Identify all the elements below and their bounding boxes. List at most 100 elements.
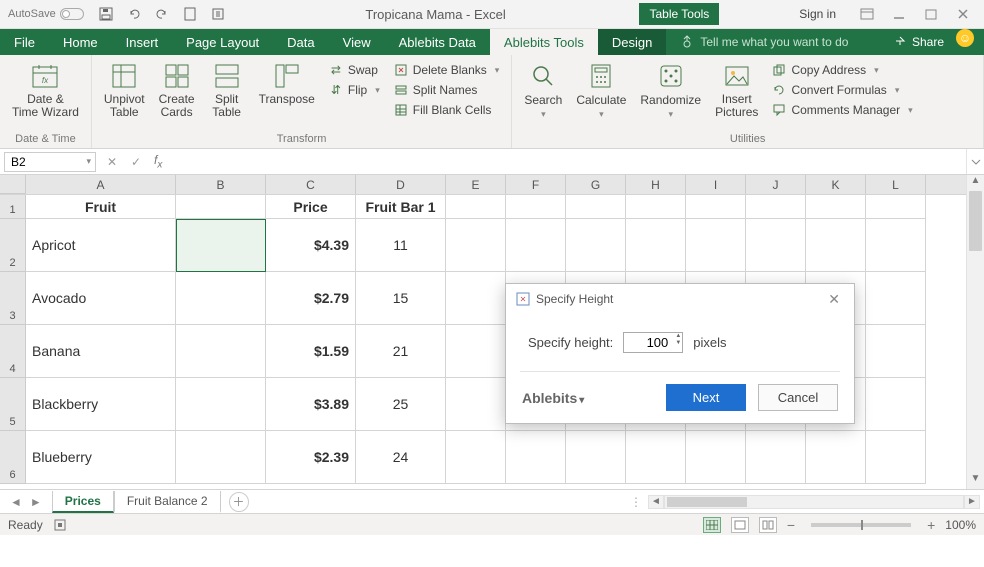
tab-insert[interactable]: Insert	[112, 29, 173, 55]
split-names-button[interactable]: Split Names	[390, 81, 504, 99]
cell-6-F[interactable]	[506, 431, 566, 484]
cell-4-C[interactable]: $1.59	[266, 325, 356, 378]
header-cell-D[interactable]: Fruit Bar 1	[356, 195, 446, 219]
cell-2-A[interactable]: Apricot	[26, 219, 176, 272]
col-header-D[interactable]: D	[356, 175, 446, 194]
cell-6-A[interactable]: Blueberry	[26, 431, 176, 484]
cell-2-D[interactable]: 11	[356, 219, 446, 272]
cell-2-K[interactable]	[806, 219, 866, 272]
cell-6-K[interactable]	[806, 431, 866, 484]
tab-file[interactable]: File	[0, 29, 49, 55]
cell-2-F[interactable]	[506, 219, 566, 272]
cell-4-L[interactable]	[866, 325, 926, 378]
quick-icon[interactable]	[210, 6, 226, 22]
ablebits-brand[interactable]: Ablebits▾	[522, 390, 584, 406]
header-cell-H[interactable]	[626, 195, 686, 219]
autosave-toggle[interactable]: AutoSave	[0, 8, 92, 20]
ribbon-options-icon[interactable]	[860, 7, 874, 21]
view-page-layout-icon[interactable]	[731, 517, 749, 533]
cell-2-B[interactable]	[176, 219, 266, 272]
scroll-right-icon[interactable]: ►	[964, 495, 980, 509]
cell-6-C[interactable]: $2.39	[266, 431, 356, 484]
cell-4-E[interactable]	[446, 325, 506, 378]
col-header-H[interactable]: H	[626, 175, 686, 194]
cell-5-A[interactable]: Blackberry	[26, 378, 176, 431]
tab-ablebits-tools[interactable]: Ablebits Tools	[490, 29, 598, 55]
cell-3-B[interactable]	[176, 272, 266, 325]
cell-3-L[interactable]	[866, 272, 926, 325]
name-box-input[interactable]	[5, 155, 86, 169]
date-time-wizard-button[interactable]: fx Date & Time Wizard	[8, 57, 83, 123]
row-header-2[interactable]: 2	[0, 219, 26, 272]
scroll-down-icon[interactable]: ▼	[967, 473, 984, 489]
col-header-B[interactable]: B	[176, 175, 266, 194]
scroll-thumb[interactable]	[969, 191, 982, 251]
row-header-5[interactable]: 5	[0, 378, 26, 431]
zoom-out-icon[interactable]: −	[787, 517, 795, 533]
horizontal-scrollbar[interactable]	[664, 495, 964, 509]
view-page-break-icon[interactable]	[759, 517, 777, 533]
tab-home[interactable]: Home	[49, 29, 112, 55]
sheet-tab-prices[interactable]: Prices	[52, 491, 114, 513]
spin-up-icon[interactable]: ▲	[675, 333, 681, 340]
search-button[interactable]: Search▾	[520, 57, 566, 124]
cell-6-I[interactable]	[686, 431, 746, 484]
view-normal-icon[interactable]	[703, 517, 721, 533]
col-header-K[interactable]: K	[806, 175, 866, 194]
row-header-1[interactable]: 1	[0, 195, 26, 219]
tab-ablebits-data[interactable]: Ablebits Data	[385, 29, 490, 55]
tell-me-search[interactable]: Tell me what you want to do	[666, 29, 881, 55]
add-sheet-button[interactable]: ＋	[229, 492, 249, 512]
copy-address-button[interactable]: Copy Address▾	[768, 61, 916, 79]
dialog-close-icon[interactable]: ✕	[824, 291, 844, 308]
tab-design[interactable]: Design	[598, 29, 666, 55]
cell-5-B[interactable]	[176, 378, 266, 431]
transpose-button[interactable]: Transpose	[255, 57, 319, 110]
col-header-G[interactable]: G	[566, 175, 626, 194]
header-cell-G[interactable]	[566, 195, 626, 219]
zoom-slider[interactable]	[811, 523, 911, 527]
fx-icon[interactable]: fx	[148, 153, 168, 170]
cell-5-C[interactable]: $3.89	[266, 378, 356, 431]
cell-2-G[interactable]	[566, 219, 626, 272]
tab-data[interactable]: Data	[273, 29, 328, 55]
cell-6-L[interactable]	[866, 431, 926, 484]
cell-6-H[interactable]	[626, 431, 686, 484]
row-header-4[interactable]: 4	[0, 325, 26, 378]
spin-down-icon[interactable]: ▼	[675, 340, 681, 347]
header-cell-J[interactable]	[746, 195, 806, 219]
header-cell-K[interactable]	[806, 195, 866, 219]
specify-height-input[interactable]	[623, 332, 683, 353]
comments-manager-button[interactable]: Comments Manager▾	[768, 101, 916, 119]
col-header-F[interactable]: F	[506, 175, 566, 194]
undo-icon[interactable]	[126, 6, 142, 22]
col-header-J[interactable]: J	[746, 175, 806, 194]
cell-4-A[interactable]: Banana	[26, 325, 176, 378]
flip-button[interactable]: ⇵Flip▾	[325, 81, 384, 99]
randomize-button[interactable]: Randomize▾	[636, 57, 705, 124]
name-box[interactable]: ▾	[4, 152, 96, 172]
header-cell-A[interactable]: Fruit	[26, 195, 176, 219]
header-cell-E[interactable]	[446, 195, 506, 219]
cell-6-B[interactable]	[176, 431, 266, 484]
cell-4-B[interactable]	[176, 325, 266, 378]
row-header-3[interactable]: 3	[0, 272, 26, 325]
col-header-A[interactable]: A	[26, 175, 176, 194]
unpivot-table-button[interactable]: Unpivot Table	[100, 57, 149, 123]
sheet-nav-prev-icon[interactable]: ◄	[10, 495, 22, 509]
col-header-L[interactable]: L	[866, 175, 926, 194]
feedback-icon[interactable]: ☺	[956, 29, 974, 47]
cell-2-C[interactable]: $4.39	[266, 219, 356, 272]
cell-5-D[interactable]: 25	[356, 378, 446, 431]
cell-6-J[interactable]	[746, 431, 806, 484]
share-button[interactable]: Share	[881, 29, 956, 55]
macro-record-icon[interactable]	[53, 518, 67, 532]
col-header-E[interactable]: E	[446, 175, 506, 194]
cell-2-J[interactable]	[746, 219, 806, 272]
signin-link[interactable]: Sign in	[799, 7, 846, 21]
cell-3-A[interactable]: Avocado	[26, 272, 176, 325]
scroll-left-icon[interactable]: ◄	[648, 495, 664, 509]
zoom-value[interactable]: 100%	[945, 518, 976, 532]
cell-2-E[interactable]	[446, 219, 506, 272]
zoom-in-icon[interactable]: +	[927, 517, 935, 533]
